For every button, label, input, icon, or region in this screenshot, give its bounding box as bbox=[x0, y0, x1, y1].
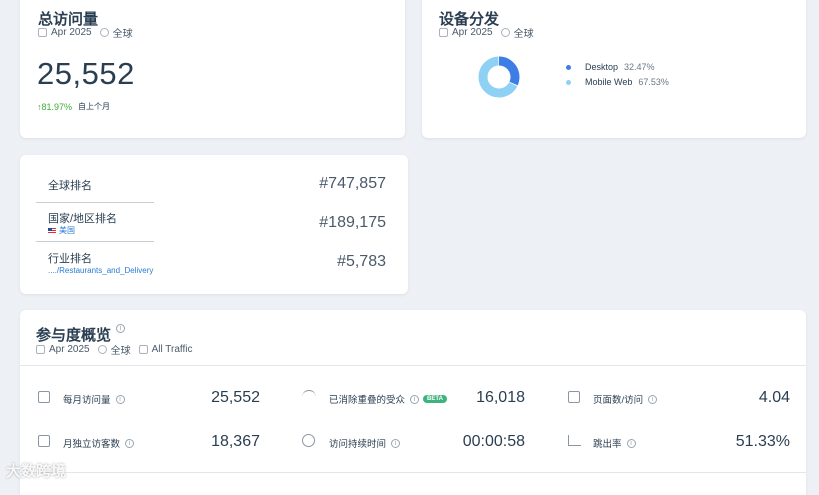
visit-duration-label: 访问持续时间 i bbox=[329, 436, 401, 450]
engagement-divider bbox=[20, 365, 806, 366]
info-icon[interactable]: i bbox=[648, 394, 658, 404]
region-label: 全球 bbox=[112, 29, 133, 40]
device-meta: Apr 2025 全球 bbox=[439, 25, 534, 40]
visit-duration-value: 00:00:58 bbox=[462, 433, 525, 450]
info-icon[interactable]: i bbox=[410, 394, 420, 404]
info-icon[interactable]: i bbox=[116, 324, 126, 333]
dedup-audience-text: 已消除重叠的受众 bbox=[329, 395, 406, 406]
legend-mobile-pct: 67.53% bbox=[638, 77, 669, 87]
global-rank-label: 全球排名 bbox=[48, 180, 92, 192]
info-icon[interactable]: i bbox=[391, 438, 401, 448]
pages-per-visit-text: 页面数/访问 bbox=[593, 395, 644, 406]
country-rank-value: #189,175 bbox=[319, 214, 386, 231]
monthly-visits-label: 每月访问量 i bbox=[63, 392, 125, 406]
pages-icon bbox=[568, 391, 580, 403]
info-icon[interactable]: i bbox=[125, 438, 135, 448]
traffic-icon bbox=[138, 345, 148, 354]
device-donut-chart bbox=[478, 56, 520, 98]
legend-mobile-name: Mobile Web bbox=[585, 77, 633, 87]
country-rank-label: 国家/地区排名 bbox=[48, 213, 118, 225]
calendar-icon bbox=[38, 28, 47, 37]
total-visits-card: 总访问量 Apr 2025 全球 25,552 ↑81.97% 自上个月 bbox=[20, 0, 405, 138]
calendar-icon bbox=[38, 391, 50, 403]
change-label: 自上个月 bbox=[78, 102, 111, 111]
country-name-link[interactable]: 美国 bbox=[59, 225, 75, 236]
region-label: 全球 bbox=[513, 29, 534, 40]
dedup-audience-value: 16,018 bbox=[476, 389, 525, 406]
globe-icon bbox=[99, 28, 109, 37]
date-label: Apr 2025 bbox=[452, 27, 493, 38]
watermark-logo: 大数跨境 bbox=[6, 460, 66, 481]
legend-desktop-name: Desktop bbox=[585, 62, 619, 72]
industry-rank-label: 行业排名 bbox=[48, 253, 92, 265]
bounce-rate-text: 跳出率 bbox=[593, 439, 622, 450]
total-visits-value: 25,552 bbox=[37, 56, 135, 91]
clock-icon bbox=[302, 434, 315, 447]
us-flag-icon bbox=[48, 227, 56, 234]
bounce-rate-value: 51.33% bbox=[735, 433, 790, 450]
traffic-label: All Traffic bbox=[151, 344, 193, 355]
monthly-visits-text: 每月访问量 bbox=[63, 395, 111, 406]
globe-icon bbox=[97, 345, 107, 354]
country-name[interactable]: 美国 bbox=[48, 225, 75, 236]
unique-visitors-value: 18,367 bbox=[211, 433, 260, 450]
legend-desktop: Desktop 32.47% bbox=[566, 62, 655, 72]
industry-rank-value: #5,783 bbox=[337, 253, 386, 270]
info-icon[interactable]: i bbox=[626, 438, 636, 448]
legend-dot-mobile bbox=[566, 79, 571, 85]
engagement-card: 参与度概览 i Apr 2025 全球 All Traffic 每月访问量 i … bbox=[20, 310, 806, 495]
unique-visitors-text: 月独立访客数 bbox=[63, 439, 121, 450]
legend-desktop-pct: 32.47% bbox=[624, 62, 655, 72]
legend-mobile: Mobile Web 67.53% bbox=[566, 77, 669, 87]
calendar-icon bbox=[439, 28, 448, 37]
globe-icon bbox=[500, 28, 510, 37]
rank-divider bbox=[36, 241, 154, 242]
region-label: 全球 bbox=[110, 346, 131, 357]
engagement-bottom-divider bbox=[20, 472, 806, 473]
change-percent: ↑81.97% bbox=[37, 101, 73, 112]
unique-visitors-label: 月独立访客数 i bbox=[63, 436, 135, 450]
industry-link[interactable]: ..../Restaurants_and_Delivery bbox=[48, 266, 153, 275]
engagement-meta: Apr 2025 全球 All Traffic bbox=[36, 342, 193, 357]
global-rank-value: #747,857 bbox=[319, 175, 386, 192]
people-icon bbox=[302, 390, 316, 401]
calendar-icon bbox=[36, 345, 45, 354]
bounce-icon bbox=[568, 435, 581, 446]
visit-duration-text: 访问持续时间 bbox=[329, 439, 387, 450]
info-icon[interactable]: i bbox=[115, 394, 125, 404]
total-visits-meta: Apr 2025 全球 bbox=[38, 25, 133, 40]
bounce-rate-label: 跳出率 i bbox=[593, 436, 636, 450]
device-distribution-card: 设备分发 Apr 2025 全球 Desktop 32.47% Mobile W… bbox=[422, 0, 806, 138]
rank-divider bbox=[36, 202, 154, 203]
monthly-visits-value: 25,552 bbox=[211, 389, 260, 406]
watermark-text: 大数跨境 bbox=[6, 463, 67, 480]
visits-change: ↑81.97% 自上个月 bbox=[37, 101, 110, 112]
date-label: Apr 2025 bbox=[51, 27, 92, 38]
legend-dot-desktop bbox=[566, 64, 571, 70]
visitor-icon bbox=[38, 435, 50, 447]
date-label: Apr 2025 bbox=[49, 344, 90, 355]
pages-per-visit-label: 页面数/访问 i bbox=[593, 392, 658, 406]
pages-per-visit-value: 4.04 bbox=[758, 389, 790, 406]
rank-card: 全球排名 #747,857 国家/地区排名 美国 #189,175 行业排名 .… bbox=[20, 155, 408, 294]
